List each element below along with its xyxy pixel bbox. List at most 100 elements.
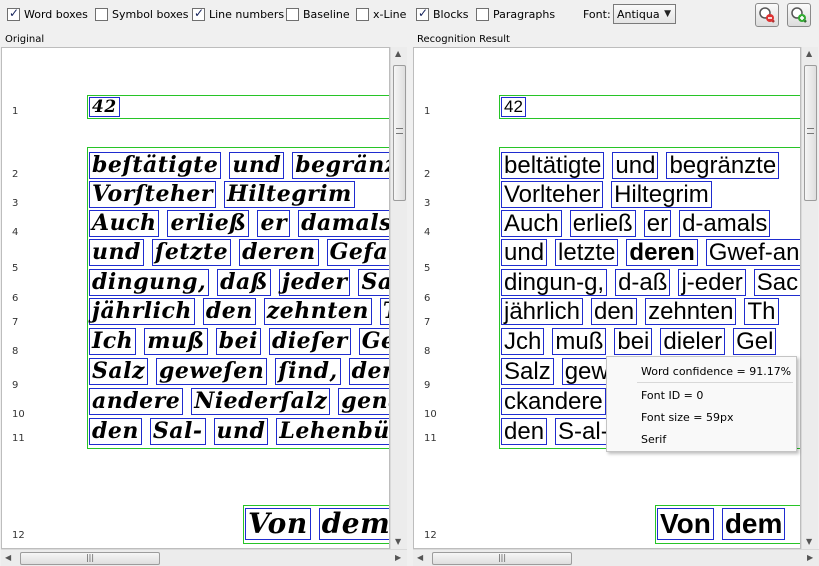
- word-box[interactable]: er: [643, 210, 672, 237]
- word-box[interactable]: Sac: [753, 269, 800, 296]
- word-box[interactable]: den: [89, 418, 142, 445]
- zoom-in-button[interactable]: [787, 3, 811, 27]
- text-line: 42: [89, 97, 120, 125]
- word-box[interactable]: letzte: [555, 239, 619, 266]
- word-box[interactable]: S-al-: [555, 418, 612, 445]
- baseline-checkbox[interactable]: Baseline: [286, 7, 350, 22]
- toolbar: Word boxes Symbol boxes Line numbers Bas…: [0, 0, 819, 30]
- word-box[interactable]: ckandere: [501, 388, 606, 415]
- word-box[interactable]: ſind,: [275, 358, 341, 385]
- word-box[interactable]: d-amals: [679, 210, 771, 237]
- word-box[interactable]: deren: [626, 239, 698, 266]
- word-boxes-checkbox[interactable]: Word boxes: [7, 6, 88, 22]
- word-box[interactable]: Vorlteher: [501, 181, 604, 208]
- word-box[interactable]: gew: [561, 358, 612, 385]
- word-box[interactable]: jährlich: [501, 298, 584, 325]
- word-box[interactable]: deren: [239, 239, 319, 266]
- word-box[interactable]: Von: [657, 508, 714, 540]
- symbol-boxes-checkbox[interactable]: Symbol boxes: [95, 7, 189, 22]
- word-box[interactable]: dingung,: [89, 269, 210, 296]
- word-box[interactable]: Sac: [358, 269, 389, 296]
- word-box[interactable]: Gefange: [326, 239, 389, 266]
- word-box[interactable]: Hiltegrim: [224, 181, 355, 208]
- original-horizontal-scrollbar[interactable]: ◀ ||| ▶: [1, 549, 407, 566]
- word-box[interactable]: zehnten: [645, 298, 737, 325]
- word-box[interactable]: Th: [744, 298, 779, 325]
- word-box[interactable]: Gel: [358, 328, 389, 355]
- word-box[interactable]: begränzte: [666, 152, 780, 179]
- word-box[interactable]: ſetzte: [151, 239, 232, 266]
- word-box[interactable]: bei: [215, 328, 261, 355]
- text-line: Ichmußbei dieſer Gel: [89, 328, 389, 356]
- font-select[interactable]: Antiqua ▼: [613, 4, 676, 24]
- word-box[interactable]: Niederſalz: [191, 388, 331, 415]
- word-box[interactable]: damals: [298, 210, 389, 237]
- word-box[interactable]: 42: [501, 97, 526, 117]
- word-box[interactable]: erließ: [569, 210, 636, 237]
- word-box[interactable]: dem: [721, 508, 786, 540]
- line-numbers-checkbox[interactable]: Line numbers: [192, 6, 284, 22]
- word-box[interactable]: Th: [379, 298, 389, 325]
- word-box[interactable]: d-aß: [615, 269, 671, 296]
- word-box[interactable]: und: [229, 152, 285, 179]
- word-box[interactable]: dere: [348, 358, 389, 385]
- word-box[interactable]: dingun-g,: [501, 269, 608, 296]
- word-box[interactable]: begränzte: [292, 152, 389, 179]
- result-horizontal-scrollbar[interactable]: ◀ ||| ▶: [413, 549, 819, 566]
- word-box[interactable]: beltätigte: [501, 152, 605, 179]
- word-box[interactable]: den: [501, 418, 548, 445]
- word-box[interactable]: Von: [245, 508, 311, 540]
- word-box[interactable]: und: [612, 152, 659, 179]
- word-box[interactable]: er: [257, 210, 291, 237]
- text-line: Jch muß bei dieler Gel: [501, 328, 777, 356]
- word-box[interactable]: Lehenbüc: [276, 418, 389, 445]
- original-vertical-scrollbar[interactable]: ▲ ▼: [390, 47, 407, 549]
- word-box[interactable]: daß: [217, 269, 272, 296]
- x-line-checkbox[interactable]: x-Line: [356, 7, 406, 22]
- word-box[interactable]: Auch: [89, 210, 160, 237]
- scroll-thumb[interactable]: [804, 65, 817, 201]
- word-box[interactable]: Gwef-an: [705, 239, 800, 266]
- word-box[interactable]: den: [202, 298, 256, 325]
- word-box[interactable]: Ich: [89, 328, 137, 355]
- word-box[interactable]: jeder: [279, 269, 351, 296]
- result-vertical-scrollbar[interactable]: ▲ ▼: [801, 47, 818, 549]
- word-box[interactable]: und: [89, 239, 144, 266]
- word-box[interactable]: erließ: [167, 210, 250, 237]
- scroll-thumb[interactable]: |||: [432, 552, 572, 565]
- word-box[interactable]: muß: [552, 328, 607, 355]
- word-box[interactable]: Gel: [733, 328, 777, 355]
- word-box[interactable]: andere: [89, 388, 184, 415]
- word-box[interactable]: dem: [318, 508, 389, 540]
- word-box[interactable]: genau: [338, 388, 389, 415]
- word-box[interactable]: geweſen: [156, 358, 268, 385]
- text-line: Salz geweſen ſind, dere: [89, 358, 389, 386]
- word-box[interactable]: und: [213, 418, 269, 445]
- scroll-thumb[interactable]: [393, 65, 406, 201]
- word-box[interactable]: dieſer: [268, 328, 351, 355]
- zoom-out-button[interactable]: [755, 3, 779, 27]
- word-box[interactable]: Vorſteher: [89, 181, 217, 208]
- blocks-checkbox[interactable]: Blocks: [416, 6, 468, 22]
- paragraphs-checkbox[interactable]: Paragraphs: [476, 7, 555, 22]
- word-box[interactable]: den: [591, 298, 638, 325]
- line-number: 2: [12, 169, 19, 180]
- word-box[interactable]: und: [501, 239, 548, 266]
- line-number: 4: [12, 227, 19, 238]
- word-box[interactable]: Salz: [501, 358, 554, 385]
- scroll-thumb[interactable]: |||: [20, 552, 160, 565]
- word-box[interactable]: muß: [144, 328, 208, 355]
- word-box[interactable]: beſtätigte: [89, 152, 222, 179]
- word-box[interactable]: zehnten: [263, 298, 372, 325]
- word-box[interactable]: j-eder: [678, 269, 746, 296]
- word-box[interactable]: 42: [89, 97, 120, 117]
- word-box[interactable]: Sal-: [149, 418, 206, 445]
- word-box[interactable]: Salz: [89, 358, 148, 385]
- word-box[interactable]: jährlich: [89, 298, 195, 325]
- word-box[interactable]: dieler: [660, 328, 726, 355]
- word-confidence-text: Word confidence = 91.17%: [641, 365, 792, 378]
- word-box[interactable]: Hiltegrim: [611, 181, 712, 208]
- word-box[interactable]: bei: [614, 328, 653, 355]
- word-box[interactable]: Jch: [501, 328, 545, 355]
- word-box[interactable]: Auch: [501, 210, 562, 237]
